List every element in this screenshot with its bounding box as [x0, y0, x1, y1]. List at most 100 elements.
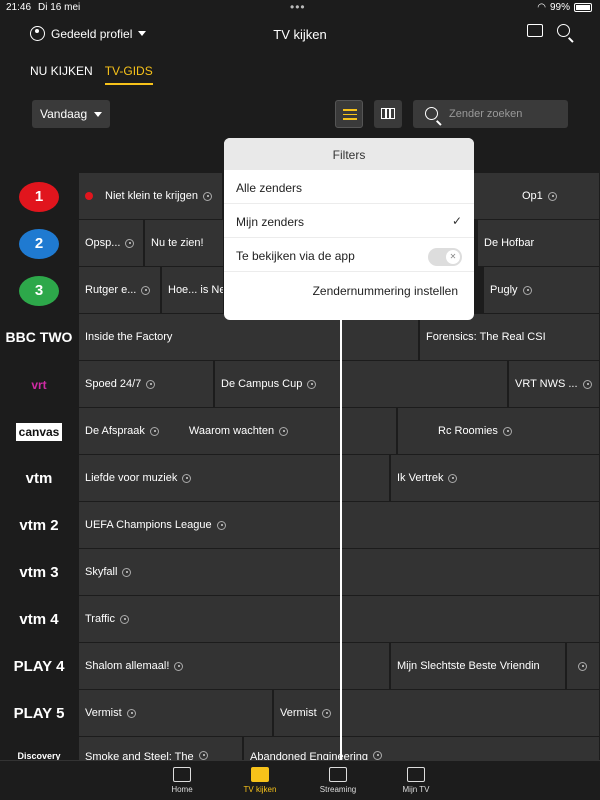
program-cell[interactable] [567, 643, 600, 689]
nav-mijn-tv[interactable]: Mijn TV [386, 767, 446, 794]
replay-icon [202, 191, 212, 201]
program-cell[interactable]: Spoed 24/7 [79, 361, 214, 407]
chevron-down-icon [94, 112, 102, 117]
status-bar: 21:46 Di 16 mei ••• ◠ 99% [0, 0, 600, 16]
program-cell[interactable]: Rutger e... [79, 267, 161, 313]
channel-logo-npo2[interactable]: 2 [0, 220, 78, 267]
search-icon[interactable] [557, 24, 570, 37]
program-cell[interactable]: Mijn Slechtste Beste Vriendin [391, 643, 566, 689]
tv-icon [251, 767, 269, 782]
channel-logo-vtm3[interactable]: vtm 3 [0, 549, 78, 596]
program-cell[interactable]: Inside the Factory [79, 314, 419, 360]
tab-tv-gids[interactable]: TV-GIDS [104, 64, 153, 85]
replay-icon [122, 567, 132, 577]
channel-numbering-link[interactable]: Zendernummering instellen [224, 272, 474, 298]
app-only-toggle[interactable] [428, 248, 462, 266]
program-cell[interactable]: Abandoned Engineering [244, 737, 600, 760]
multitask-dots-icon[interactable]: ••• [290, 0, 306, 14]
cast-icon[interactable] [527, 24, 543, 37]
replay-icon [182, 473, 192, 483]
replay-icon [198, 751, 208, 760]
channel-logo-vtm[interactable]: vtm [0, 455, 78, 502]
replay-icon [502, 426, 512, 436]
check-icon: ✓ [451, 214, 462, 228]
channel-logo-npo3[interactable]: 3 [0, 267, 78, 314]
filter-icon [343, 109, 357, 121]
filter-all-channels[interactable]: Alle zenders [224, 170, 474, 204]
program-cell[interactable]: Liefde voor muziek [79, 455, 390, 501]
filter-my-channels[interactable]: Mijn zenders ✓ [224, 204, 474, 238]
status-date: Di 16 mei [38, 2, 81, 13]
program-cell[interactable]: Smoke and Steel: The [79, 737, 243, 760]
channel-logo-bbc-two[interactable]: BBC TWO [0, 314, 78, 361]
tab-bar: NU KIJKEN TV-GIDS [30, 64, 153, 85]
channel-logo-npo1[interactable]: 1 [0, 173, 78, 220]
channel-logo-vrt[interactable]: vrt [0, 361, 78, 408]
program-cell[interactable]: Niet klein te krijgen [79, 173, 223, 219]
top-bar: Gedeeld profiel TV kijken [0, 20, 600, 50]
channel-logo-canvas[interactable]: canvas [0, 408, 78, 455]
view-columns-button[interactable] [374, 100, 402, 128]
replay-icon [578, 661, 587, 671]
program-cell[interactable]: De Campus Cup [215, 361, 508, 407]
channel-logo-vtm2[interactable]: vtm 2 [0, 502, 78, 549]
current-time-line [340, 318, 342, 760]
replay-icon [582, 379, 592, 389]
nav-home[interactable]: Home [152, 767, 212, 794]
program-cell[interactable]: De Afspraak Waarom wachten [79, 408, 397, 454]
channel-logo-play4[interactable]: PLAY 4 [0, 643, 78, 690]
channel-row: vtm 3 Skyfall [0, 549, 600, 596]
program-cell[interactable]: Shalom allemaal! [79, 643, 390, 689]
program-cell[interactable]: VRT NWS ... [509, 361, 600, 407]
replay-icon [174, 661, 184, 671]
day-select[interactable]: Vandaag [32, 100, 110, 128]
replay-icon [547, 191, 557, 201]
replay-icon [216, 520, 226, 530]
replay-icon [141, 285, 151, 295]
replay-icon [119, 614, 129, 624]
search-placeholder: Zender zoeken [449, 108, 523, 120]
program-cell[interactable]: De Hofbar [478, 220, 600, 266]
filter-button[interactable] [335, 100, 363, 128]
filters-title: Filters [224, 138, 474, 170]
channel-logo-discovery[interactable]: Discovery [0, 737, 78, 760]
program-cell[interactable]: Nu te zien! [145, 220, 224, 266]
program-cell[interactable]: Pugly [484, 267, 600, 313]
wifi-icon: ◠ [537, 2, 546, 13]
program-cell[interactable]: Op1 [474, 173, 600, 219]
day-select-value: Vandaag [40, 107, 88, 121]
replay-icon [126, 708, 136, 718]
replay-icon [321, 708, 331, 718]
battery-percent: 99% [549, 2, 570, 13]
folder-check-icon [407, 767, 425, 782]
tab-nu-kijken[interactable]: NU KIJKEN [30, 64, 93, 85]
film-icon [329, 767, 347, 782]
bottom-nav: Home TV kijken Streaming Mijn TV [0, 760, 600, 800]
nav-streaming[interactable]: Streaming [308, 767, 368, 794]
search-icon [425, 107, 438, 120]
program-cell[interactable]: Rc Roomies [398, 408, 600, 454]
program-cell[interactable]: Forensics: The Real CSI [420, 314, 600, 360]
replay-icon [149, 426, 159, 436]
columns-icon [381, 108, 395, 119]
recording-icon [85, 192, 93, 200]
program-cell[interactable]: Vermist [274, 690, 600, 736]
channel-row: vtm Liefde voor muziek Ik Vertrek [0, 455, 600, 502]
nav-tv-kijken[interactable]: TV kijken [230, 767, 290, 794]
channel-row: Discovery Smoke and Steel: The Abandoned… [0, 737, 600, 760]
program-cell[interactable]: Ik Vertrek [391, 455, 600, 501]
channel-row: BBC TWO Inside the Factory Forensics: Th… [0, 314, 600, 361]
channel-row: vtm 2 UEFA Champions League [0, 502, 600, 549]
status-right: ◠ 99% [537, 2, 592, 13]
channel-row: canvas De Afspraak Waarom wachten Rc Room… [0, 408, 600, 455]
channel-search-input[interactable]: Zender zoeken [413, 100, 568, 128]
top-actions [527, 24, 570, 37]
filters-popover: Filters Alle zenders Mijn zenders ✓ Te be… [224, 138, 474, 320]
guide-controls: Vandaag Zender zoeken [0, 100, 600, 128]
program-cell[interactable]: Hoe... is Ned [162, 267, 224, 313]
channel-logo-vtm4[interactable]: vtm 4 [0, 596, 78, 643]
channel-logo-play5[interactable]: PLAY 5 [0, 690, 78, 737]
replay-icon [522, 285, 532, 295]
program-cell[interactable]: Vermist [79, 690, 273, 736]
program-cell[interactable]: Opsp... [79, 220, 144, 266]
